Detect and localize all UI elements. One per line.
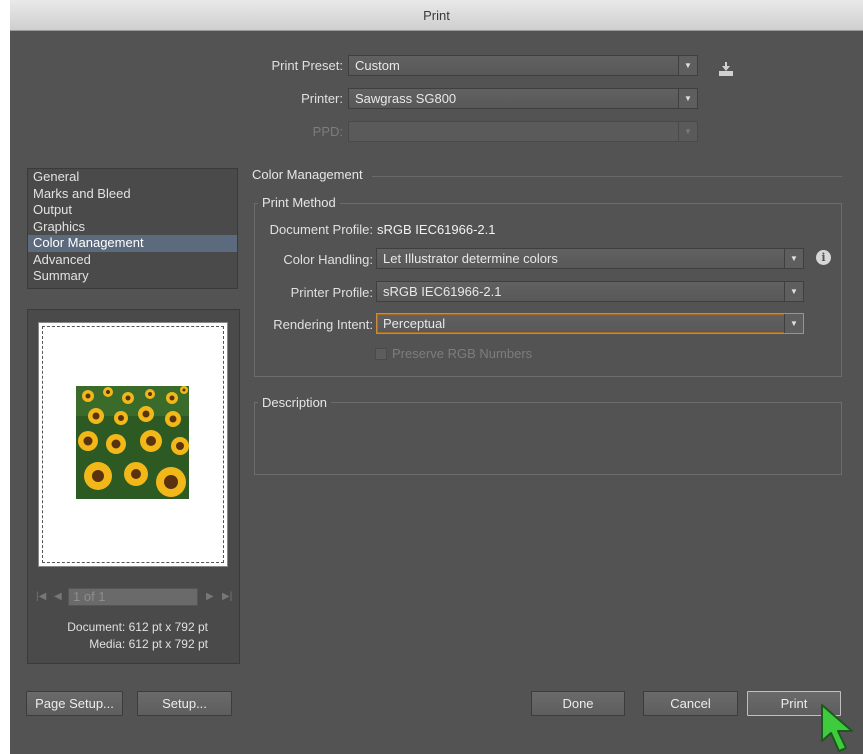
chevron-down-icon: ▼ [678,89,697,108]
page-number-field[interactable]: 1 of 1 [68,588,198,606]
color-handling-value: Let Illustrator determine colors [383,251,558,266]
sunflower-image [76,386,189,499]
done-button[interactable]: Done [531,691,625,716]
save-preset-icon[interactable] [718,61,734,77]
nav-item-graphics[interactable]: Graphics [28,219,237,236]
setup-button[interactable]: Setup... [137,691,232,716]
printer-select[interactable]: Sawgrass SG800 ▼ [348,88,698,109]
nav-item-summary[interactable]: Summary [28,268,237,285]
settings-category-list: General Marks and Bleed Output Graphics … [27,168,238,289]
page-preview[interactable] [38,322,228,567]
document-profile-value: sRGB IEC61966-2.1 [377,222,496,237]
nav-item-advanced[interactable]: Advanced [28,252,237,269]
page-setup-button[interactable]: Page Setup... [26,691,123,716]
info-icon[interactable]: i [816,250,831,265]
print-preset-select[interactable]: Custom ▼ [348,55,698,76]
next-page-icon[interactable]: ▶ [206,591,214,602]
section-divider [372,176,842,177]
print-method-title: Print Method [258,195,340,210]
chevron-down-icon: ▼ [784,282,803,301]
nav-item-output[interactable]: Output [28,202,237,219]
rendering-intent-label: Rendering Intent: [273,317,373,332]
description-title: Description [258,395,332,410]
nav-item-marks-and-bleed[interactable]: Marks and Bleed [28,186,237,203]
nav-item-color-management[interactable]: Color Management [28,235,237,252]
document-size: Document: 612 pt x 792 pt [67,620,208,634]
printer-value: Sawgrass SG800 [355,91,457,106]
color-handling-select[interactable]: Let Illustrator determine colors ▼ [376,248,804,269]
previous-page-icon[interactable]: ◀ [54,591,62,602]
document-profile-label: Document Profile: [269,222,373,237]
window-title: Print [423,8,450,23]
title-bar: Print [10,0,863,31]
preserve-rgb-checkbox[interactable] [375,348,387,360]
last-page-icon[interactable]: ▶| [222,591,232,602]
chevron-down-icon: ▼ [784,249,803,268]
printer-label: Printer: [301,91,343,106]
color-handling-label: Color Handling: [283,252,373,267]
preserve-rgb-label: Preserve RGB Numbers [392,346,533,361]
section-title: Color Management [252,167,363,182]
ppd-select: ▼ [348,121,698,142]
description-group [254,402,842,475]
nav-item-general[interactable]: General [28,169,237,186]
chevron-down-icon: ▼ [678,56,697,75]
chevron-down-icon: ▼ [678,122,697,141]
print-preset-label: Print Preset: [271,58,343,73]
mouse-cursor-icon [821,704,853,752]
chevron-down-icon: ▼ [784,314,803,333]
printer-profile-value: sRGB IEC61966-2.1 [383,284,502,299]
print-preset-value: Custom [355,58,400,73]
rendering-intent-select[interactable]: Perceptual ▼ [376,313,804,334]
printer-profile-select[interactable]: sRGB IEC61966-2.1 ▼ [376,281,804,302]
first-page-icon[interactable]: |◀ [36,591,46,602]
printer-profile-label: Printer Profile: [290,285,373,300]
media-size: Media: 612 pt x 792 pt [89,637,208,651]
page-navigator: |◀ ◀ 1 of 1 ▶ ▶| [32,588,237,608]
rendering-intent-value: Perceptual [383,316,446,331]
cancel-button[interactable]: Cancel [643,691,738,716]
print-preview-panel: |◀ ◀ 1 of 1 ▶ ▶| Document: 612 pt x 792 … [27,309,240,664]
print-dialog: Print Preset: Custom ▼ Printer: Sawgrass… [10,31,863,754]
ppd-label: PPD: [312,124,343,139]
